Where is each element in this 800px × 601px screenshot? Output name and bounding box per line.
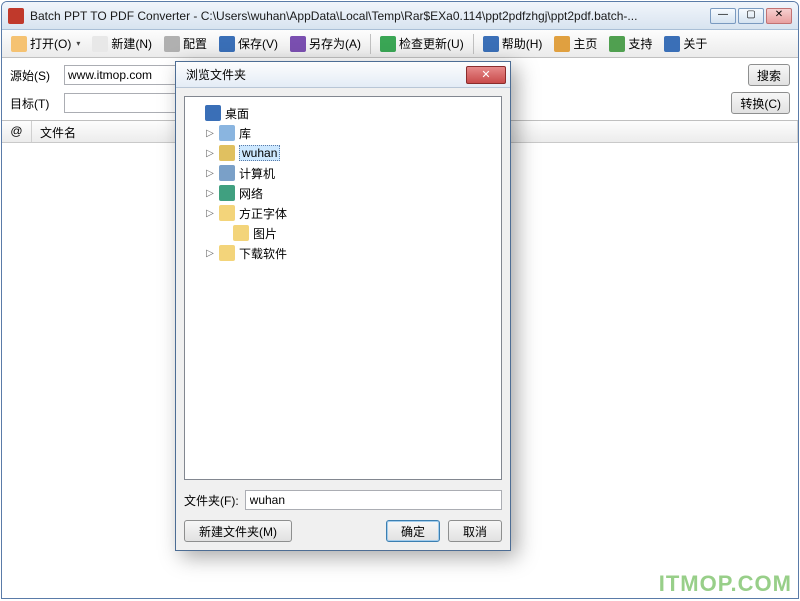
folder-icon <box>219 185 235 201</box>
expand-icon[interactable]: ▷ <box>205 168 215 179</box>
folder-tree[interactable]: 桌面▷库▷wuhan▷计算机▷网络▷方正字体图片▷下载软件 <box>184 96 502 480</box>
tree-node[interactable]: 图片 <box>191 223 495 243</box>
folder-icon <box>219 205 235 221</box>
folder-icon <box>219 245 235 261</box>
expand-icon[interactable]: ▷ <box>205 248 215 259</box>
expand-icon[interactable]: ▷ <box>205 188 215 199</box>
folder-icon <box>219 145 235 161</box>
tree-node[interactable]: ▷ 计算机 <box>191 163 495 183</box>
folder-icon <box>219 165 235 181</box>
tree-node[interactable]: ▷ 网络 <box>191 183 495 203</box>
dialog-titlebar[interactable]: 浏览文件夹 ✕ <box>176 62 510 88</box>
browse-folder-dialog: 浏览文件夹 ✕ 桌面▷库▷wuhan▷计算机▷网络▷方正字体图片▷下载软件 文件… <box>175 61 511 551</box>
tree-node-label: 方正字体 <box>239 205 287 222</box>
tree-node[interactable]: ▷ 下载软件 <box>191 243 495 263</box>
tree-node[interactable]: ▷ wuhan <box>191 143 495 163</box>
folder-icon <box>233 225 249 241</box>
modal-overlay: 浏览文件夹 ✕ 桌面▷库▷wuhan▷计算机▷网络▷方正字体图片▷下载软件 文件… <box>0 1 800 601</box>
tree-node-label: 下载软件 <box>239 245 287 262</box>
expand-icon[interactable]: ▷ <box>205 148 215 159</box>
ok-button[interactable]: 确定 <box>386 520 440 542</box>
tree-node-label: 计算机 <box>239 165 275 182</box>
new-folder-button[interactable]: 新建文件夹(M) <box>184 520 292 542</box>
expand-icon[interactable]: ▷ <box>205 128 215 139</box>
tree-node-label: 网络 <box>239 185 263 202</box>
tree-node-label: 库 <box>239 125 251 142</box>
tree-node-label: 图片 <box>253 225 277 242</box>
tree-node-label: 桌面 <box>225 105 249 122</box>
folder-field-input[interactable] <box>245 490 502 510</box>
dialog-close-button[interactable]: ✕ <box>466 66 506 84</box>
tree-node[interactable]: ▷库 <box>191 123 495 143</box>
folder-field-label: 文件夹(F): <box>184 492 239 509</box>
dialog-title: 浏览文件夹 <box>186 66 466 83</box>
watermark: ITMOP.COM <box>659 571 792 597</box>
cancel-button[interactable]: 取消 <box>448 520 502 542</box>
folder-icon <box>205 105 221 121</box>
tree-node[interactable]: 桌面 <box>191 103 495 123</box>
expand-icon[interactable]: ▷ <box>205 208 215 219</box>
tree-node-label: wuhan <box>239 145 280 161</box>
tree-node[interactable]: ▷ 方正字体 <box>191 203 495 223</box>
folder-icon <box>219 125 235 141</box>
